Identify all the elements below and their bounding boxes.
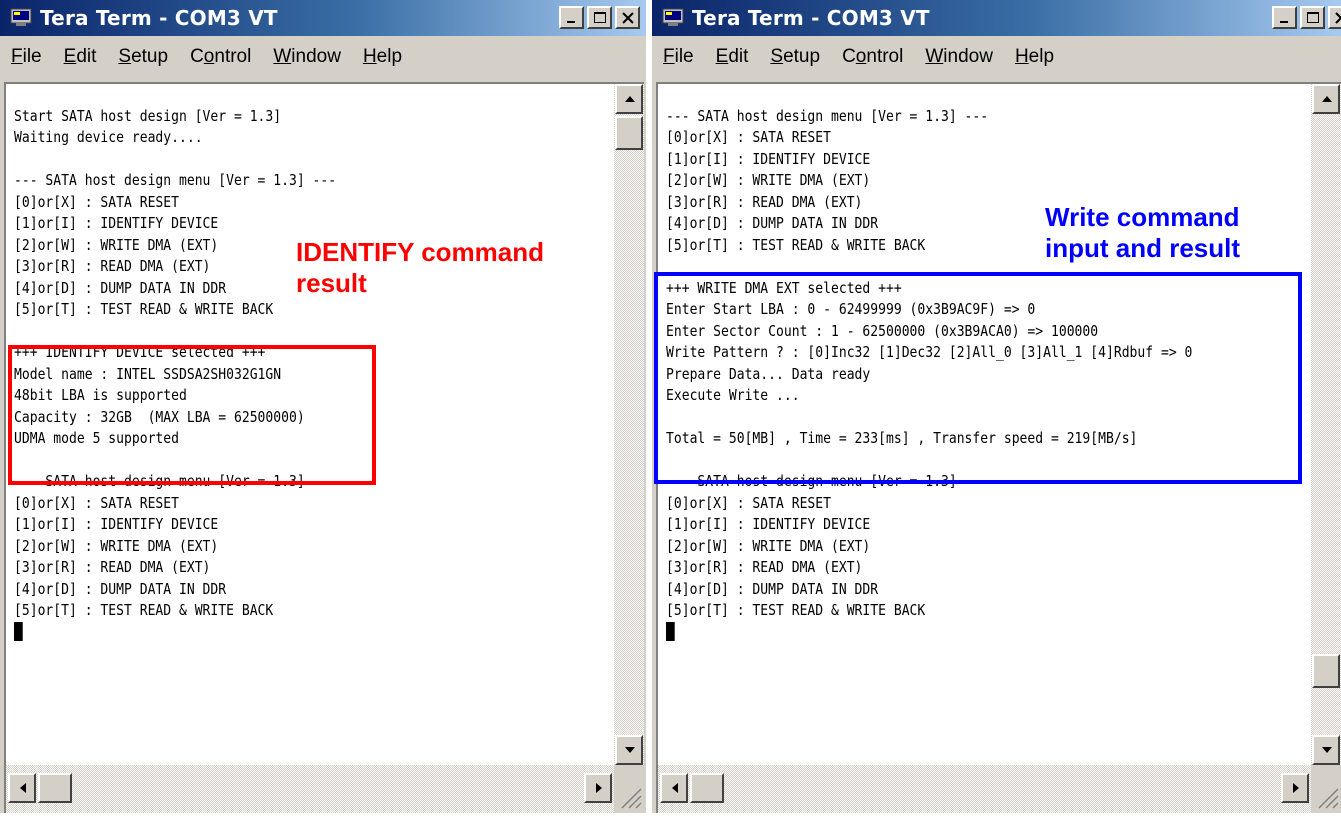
terminal-line: [5]or[T] : TEST READ & WRITE BACK	[14, 300, 274, 318]
write-annotation-label: Write command input and result	[1045, 202, 1240, 263]
menu-bar: File Edit Setup Control Window Help	[652, 36, 1341, 78]
tera-term-app-icon[interactable]	[10, 8, 32, 28]
terminal-line: [5]or[T] : TEST READ & WRITE BACK	[666, 601, 926, 619]
terminal-line: [1]or[I] : IDENTIFY DEVICE	[14, 515, 219, 533]
window-title: Tera Term - COM3 VT	[40, 6, 278, 30]
scroll-left-button[interactable]	[660, 773, 688, 803]
menu-help[interactable]: Help	[1004, 46, 1065, 68]
terminal-line: [2]or[W] : WRITE DMA (EXT)	[666, 536, 871, 555]
menu-edit[interactable]: Edit	[705, 46, 760, 68]
arrow-left-icon	[672, 783, 678, 793]
write-result-highlight-box	[654, 272, 1302, 484]
menu-file[interactable]: File	[652, 46, 705, 68]
title-bar[interactable]: Tera Term - COM3 VT	[0, 0, 646, 36]
terminal-line: [4]or[D] : DUMP DATA IN DDR	[666, 579, 879, 598]
size-grip[interactable]	[614, 765, 644, 813]
menu-bar: File Edit Setup Control Window Help	[0, 36, 646, 78]
size-grip[interactable]	[1311, 765, 1341, 813]
identify-result-highlight-box	[8, 345, 376, 485]
title-bar[interactable]: Tera Term - COM3 VT	[652, 0, 1341, 36]
menu-setup[interactable]: Setup	[759, 46, 831, 68]
menu-control[interactable]: Control	[831, 46, 914, 68]
minimize-button[interactable]	[1272, 6, 1297, 29]
terminal-cursor	[666, 621, 675, 641]
close-button[interactable]	[1328, 6, 1341, 29]
terminal-line: [1]or[I] : IDENTIFY DEVICE	[666, 515, 871, 533]
terminal-line: [0]or[X] : SATA RESET	[666, 128, 832, 146]
terminal-line: [3]or[R] : READ DMA (EXT)	[666, 558, 863, 576]
vertical-scrollbar[interactable]	[614, 84, 644, 765]
maximize-button[interactable]	[1300, 6, 1325, 29]
arrow-down-icon	[625, 747, 635, 753]
close-icon	[622, 12, 634, 24]
scroll-down-button[interactable]	[615, 735, 643, 765]
scroll-down-button[interactable]	[1312, 735, 1340, 765]
terminal-line: [4]or[D] : DUMP DATA IN DDR	[14, 579, 227, 598]
arrow-right-icon	[1293, 783, 1299, 793]
vertical-scrollbar[interactable]	[1311, 84, 1341, 765]
arrow-up-icon	[1322, 96, 1332, 102]
identify-annotation-label: IDENTIFY command result	[296, 237, 545, 298]
menu-edit[interactable]: Edit	[53, 46, 108, 68]
terminal-line: --- SATA host design menu [Ver = 1.3] --…	[14, 171, 337, 189]
terminal-line: Start SATA host design [Ver = 1.3]	[14, 106, 282, 125]
terminal-line: [2]or[W] : WRITE DMA (EXT)	[666, 171, 871, 189]
scroll-up-button[interactable]	[1312, 84, 1340, 114]
terminal-cursor	[14, 621, 23, 641]
minimize-icon	[1280, 21, 1288, 23]
menu-control[interactable]: Control	[179, 46, 262, 68]
scroll-up-button[interactable]	[615, 84, 643, 114]
horizontal-scrollbar[interactable]	[6, 765, 614, 813]
menu-help[interactable]: Help	[352, 46, 413, 68]
terminal-line: [1]or[I] : IDENTIFY DEVICE	[666, 149, 871, 168]
minimize-icon	[567, 21, 575, 23]
terminal-line: [1]or[I] : IDENTIFY DEVICE	[14, 214, 219, 232]
maximize-button[interactable]	[587, 6, 612, 29]
close-icon	[1335, 12, 1341, 24]
menu-window[interactable]: Window	[914, 46, 1004, 68]
terminal-line: [0]or[X] : SATA RESET	[666, 493, 832, 512]
tera-term-app-icon[interactable]	[662, 8, 684, 28]
menu-file[interactable]: File	[0, 46, 53, 68]
terminal-line: [0]or[X] : SATA RESET	[14, 493, 180, 512]
horizontal-scrollbar[interactable]	[658, 765, 1311, 813]
terminal-line: [0]or[X] : SATA RESET	[14, 192, 180, 211]
window-title: Tera Term - COM3 VT	[692, 6, 930, 30]
scroll-right-button[interactable]	[1281, 773, 1309, 803]
terminal-cursor-line	[666, 621, 1224, 644]
maximize-icon	[594, 12, 606, 23]
terminal-line: [2]or[W] : WRITE DMA (EXT)	[14, 536, 219, 555]
terminal-cursor-line	[14, 621, 533, 644]
hscroll-thumb[interactable]	[690, 773, 724, 803]
arrow-up-icon	[625, 96, 635, 102]
resize-grip-icon	[621, 788, 642, 809]
terminal-line: [3]or[R] : READ DMA (EXT)	[14, 558, 211, 576]
arrow-down-icon	[1322, 747, 1332, 753]
resize-grip-icon	[1318, 788, 1339, 809]
scroll-thumb[interactable]	[615, 116, 643, 150]
scroll-left-button[interactable]	[8, 773, 36, 803]
menu-setup[interactable]: Setup	[107, 46, 179, 68]
terminal-line: [5]or[T] : TEST READ & WRITE BACK	[14, 601, 274, 619]
terminal-line: Waiting device ready....	[14, 128, 203, 146]
scroll-thumb[interactable]	[1312, 654, 1340, 688]
close-button[interactable]	[615, 6, 640, 29]
hscroll-thumb[interactable]	[38, 773, 72, 803]
maximize-icon	[1307, 12, 1319, 23]
arrow-right-icon	[596, 783, 602, 793]
arrow-left-icon	[20, 783, 26, 793]
minimize-button[interactable]	[559, 6, 584, 29]
scroll-right-button[interactable]	[584, 773, 612, 803]
terminal-line: --- SATA host design menu [Ver = 1.3] --…	[666, 106, 989, 125]
menu-window[interactable]: Window	[262, 46, 352, 68]
